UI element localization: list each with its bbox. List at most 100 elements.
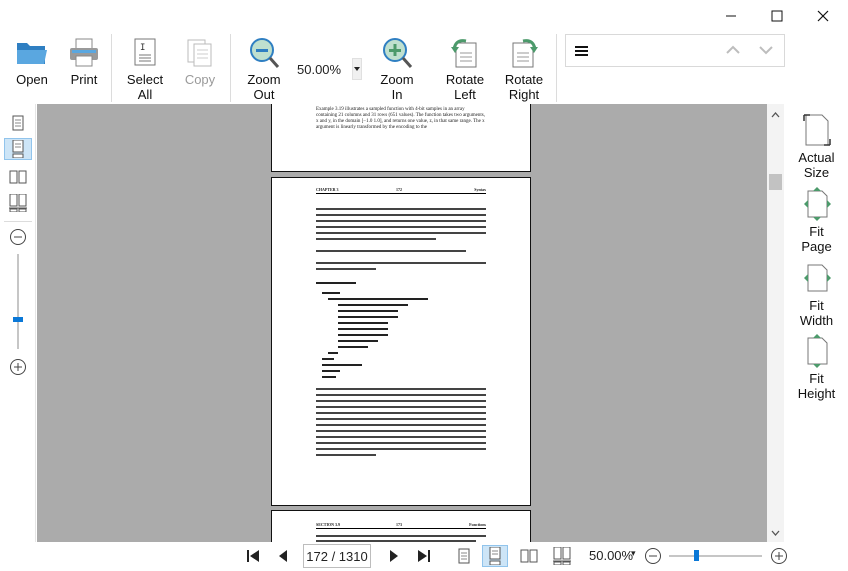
- minus-circle-icon: [10, 229, 26, 245]
- zoom-out-button[interactable]: Zoom Out: [243, 36, 285, 102]
- status-single-page-button[interactable]: [451, 545, 477, 567]
- page-text-line: [338, 310, 398, 312]
- status-zoom-value[interactable]: 50.00%: [589, 548, 633, 563]
- status-facing-continuous-button[interactable]: [549, 545, 575, 567]
- page-text-line: [316, 220, 486, 222]
- facing-continuous-icon: [9, 194, 27, 212]
- open-button[interactable]: Open: [10, 36, 54, 87]
- close-button[interactable]: [800, 0, 846, 32]
- toolbar-separator: [111, 34, 112, 102]
- actual-size-button[interactable]: Actual Size: [785, 112, 848, 180]
- rail-zoom-in-button[interactable]: [4, 356, 32, 378]
- page-text-line: [316, 430, 486, 432]
- page-text-line: [316, 262, 486, 264]
- zoom-out-label-2: Out: [253, 87, 275, 102]
- page-text-line: [316, 424, 486, 426]
- close-icon: [817, 10, 829, 22]
- scrollbar-thumb[interactable]: [769, 174, 782, 190]
- chevron-up-icon[interactable]: [726, 44, 740, 56]
- chevron-down-icon[interactable]: [759, 44, 773, 56]
- page-text-line: [322, 370, 340, 372]
- document-viewport[interactable]: Example 3.19 illustrates a sampled funct…: [37, 104, 767, 542]
- horizontal-zoom-slider-track[interactable]: [669, 555, 762, 557]
- scroll-down-button[interactable]: [767, 524, 784, 541]
- rotate-left-icon: [447, 36, 483, 70]
- facing-view-button[interactable]: [4, 166, 32, 188]
- scroll-up-button[interactable]: [767, 106, 784, 123]
- zoom-dropdown-button[interactable]: [352, 58, 362, 80]
- first-page-icon: [247, 550, 259, 562]
- chevron-down-icon: [771, 530, 780, 536]
- copy-button[interactable]: Copy: [180, 36, 220, 87]
- page-text-line: [316, 250, 466, 252]
- maximize-button[interactable]: [754, 0, 800, 32]
- status-zoom-dropdown[interactable]: ▾: [631, 548, 636, 559]
- page-text-line: [316, 268, 376, 270]
- page-text-line: [316, 232, 486, 234]
- zoom-in-button[interactable]: Zoom In: [376, 36, 418, 102]
- fit-page-button[interactable]: Fit Page: [785, 186, 848, 254]
- fit-width-button[interactable]: Fit Width: [785, 260, 848, 328]
- zoom-in-icon: [379, 36, 415, 70]
- print-button[interactable]: Print: [62, 36, 106, 87]
- fit-height-icon: [802, 333, 832, 369]
- actual-size-icon: [802, 112, 832, 148]
- page-text-line: [316, 282, 356, 284]
- document-page: CHAPTER 3 172 Syntax: [271, 177, 531, 506]
- page-text-line: [338, 316, 398, 318]
- status-continuous-button[interactable]: [482, 545, 508, 567]
- facing-continuous-view-button[interactable]: [4, 192, 32, 214]
- previous-page-icon: [279, 550, 287, 562]
- fit-height-label-1: Fit: [809, 371, 824, 386]
- select-all-label-1: Select: [126, 72, 164, 87]
- zoom-in-label-2: In: [391, 87, 403, 102]
- rotate-right-button[interactable]: Rotate Right: [503, 36, 545, 102]
- select-all-label-2: All: [137, 87, 153, 102]
- page-header-right: Syntax: [474, 187, 486, 192]
- status-facing-button[interactable]: [516, 545, 542, 567]
- vertical-zoom-slider-thumb[interactable]: [13, 317, 23, 322]
- page-text-line: [338, 346, 368, 348]
- page-text-line: [322, 364, 362, 366]
- vertical-scrollbar[interactable]: [767, 104, 784, 542]
- rotate-left-button[interactable]: Rotate Left: [444, 36, 486, 102]
- open-label: Open: [16, 72, 48, 87]
- page-text-line: [316, 394, 486, 396]
- first-page-button[interactable]: [240, 545, 266, 567]
- plus-circle-icon: [771, 548, 787, 564]
- previous-page-button[interactable]: [270, 545, 296, 567]
- status-zoom-in-button[interactable]: [766, 545, 792, 567]
- single-page-view-button[interactable]: [4, 112, 32, 134]
- rotate-right-label-2: Right: [508, 87, 540, 102]
- page-text-line: [316, 238, 436, 240]
- page-text-line: [316, 226, 486, 228]
- fit-panel: Actual Size Fit Page Fit Width Fit Heigh…: [785, 104, 848, 542]
- next-page-icon: [390, 550, 398, 562]
- rotate-right-icon: [506, 36, 542, 70]
- chevron-down-icon: [354, 67, 360, 71]
- fit-page-label-2: Page: [801, 239, 832, 254]
- hamburger-menu-icon[interactable]: [575, 44, 589, 58]
- status-zoom-out-button[interactable]: [640, 545, 666, 567]
- search-box[interactable]: [565, 34, 785, 67]
- horizontal-zoom-slider-thumb[interactable]: [694, 550, 699, 561]
- svg-text:I: I: [140, 43, 145, 53]
- next-page-button[interactable]: [381, 545, 407, 567]
- rotate-left-label-2: Left: [454, 87, 476, 102]
- select-all-icon: I: [127, 36, 163, 70]
- rail-zoom-out-button[interactable]: [4, 226, 32, 248]
- fit-height-button[interactable]: Fit Height: [785, 333, 848, 401]
- page-text-line: [338, 304, 408, 306]
- page-indicator[interactable]: 172 / 1310: [303, 544, 371, 568]
- continuous-view-button[interactable]: [4, 138, 32, 160]
- page-text-line: [338, 334, 388, 336]
- last-page-button[interactable]: [411, 545, 437, 567]
- vertical-zoom-slider-track[interactable]: [17, 254, 19, 349]
- continuous-page-icon: [489, 547, 501, 565]
- page-header-right: Functions: [469, 522, 486, 527]
- zoom-combo[interactable]: 50.00%: [292, 58, 368, 80]
- select-all-button[interactable]: I Select All: [122, 36, 168, 102]
- page-text-line: [316, 412, 486, 414]
- minimize-button[interactable]: [708, 0, 754, 32]
- page-text-line: [328, 298, 428, 300]
